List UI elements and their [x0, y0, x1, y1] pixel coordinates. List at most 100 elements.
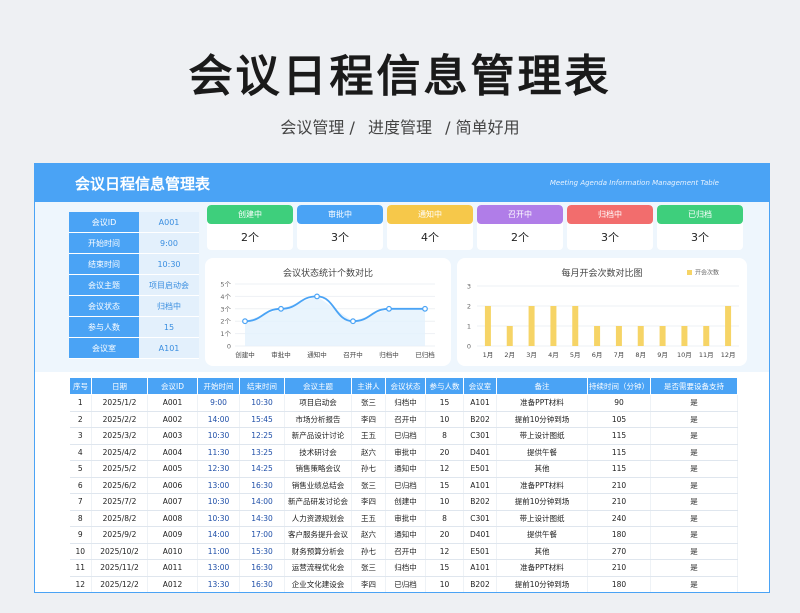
table-cell[interactable]: 已归档 — [385, 477, 426, 494]
table-cell[interactable]: 2 — [69, 411, 92, 428]
table-cell[interactable]: 准备PPT材料 — [496, 394, 588, 412]
table-cell[interactable]: E501 — [463, 543, 497, 560]
table-row[interactable]: 7 2025/7/2 A007 10:30 14:00 新产品研发讨论会 李四 创建中 10 B2… — [69, 493, 738, 511]
table-cell[interactable]: 提前10分钟到场 — [496, 576, 588, 592]
table-cell[interactable]: 210 — [587, 559, 651, 577]
table-cell[interactable]: 人力资源规划会 — [284, 510, 352, 527]
table-row[interactable]: 11 2025/11/2 A011 13:00 16:30 运营流程优化会 张三 归档中 15 A… — [69, 559, 738, 577]
table-cell[interactable]: 115 — [587, 427, 651, 445]
table-row[interactable]: 3 2025/3/2 A003 10:30 12:25 新产品设计讨论 王五 已归档 8 C301… — [69, 427, 738, 445]
table-cell[interactable]: 270 — [587, 543, 651, 560]
column-header[interactable]: 结束时间 — [239, 377, 285, 395]
table-cell[interactable]: 是 — [650, 394, 738, 412]
table-cell[interactable]: 2025/2/2 — [91, 411, 148, 428]
table-cell[interactable]: 4 — [69, 444, 92, 461]
info-value[interactable]: A101 — [139, 338, 199, 358]
table-cell[interactable]: A101 — [463, 559, 497, 577]
table-cell[interactable]: 15:30 — [239, 543, 285, 560]
table-cell[interactable]: 14:00 — [239, 493, 285, 511]
table-cell[interactable]: 新产品设计讨论 — [284, 427, 352, 445]
table-cell[interactable]: D401 — [463, 444, 497, 461]
table-cell[interactable]: B202 — [463, 493, 497, 511]
table-cell[interactable]: 12:30 — [197, 460, 240, 478]
table-cell[interactable]: A012 — [147, 576, 198, 592]
table-cell[interactable]: 10 — [425, 576, 464, 592]
info-value[interactable]: A001 — [139, 212, 199, 232]
table-cell[interactable]: A003 — [147, 427, 198, 445]
table-cell[interactable]: B202 — [463, 576, 497, 592]
table-cell[interactable]: B202 — [463, 411, 497, 428]
table-cell[interactable]: 李四 — [351, 576, 386, 592]
table-cell[interactable]: 11:00 — [197, 543, 240, 560]
table-cell[interactable]: 3 — [69, 427, 92, 445]
table-cell[interactable]: 提前10分钟到场 — [496, 411, 588, 428]
table-cell[interactable]: 20 — [425, 444, 464, 461]
column-header[interactable]: 参与人数 — [425, 377, 464, 395]
table-cell[interactable]: A004 — [147, 444, 198, 461]
info-value[interactable]: 归档中 — [139, 296, 199, 316]
table-cell[interactable]: 14:00 — [197, 526, 240, 544]
table-cell[interactable]: 李四 — [351, 493, 386, 511]
table-cell[interactable]: 10:30 — [197, 427, 240, 445]
table-cell[interactable]: 客户服务提升会议 — [284, 526, 352, 544]
table-cell[interactable]: 16:30 — [239, 477, 285, 494]
table-cell[interactable]: 115 — [587, 444, 651, 461]
table-cell[interactable]: 2025/1/2 — [91, 394, 148, 412]
info-value[interactable]: 15 — [139, 317, 199, 337]
table-cell[interactable]: 2025/10/2 — [91, 543, 148, 560]
table-cell[interactable]: 技术研讨会 — [284, 444, 352, 461]
table-cell[interactable]: A010 — [147, 543, 198, 560]
table-cell[interactable]: 销售业绩总结会 — [284, 477, 352, 494]
table-cell[interactable]: 2025/7/2 — [91, 493, 148, 511]
table-cell[interactable]: 2025/4/2 — [91, 444, 148, 461]
table-cell[interactable]: 是 — [650, 427, 738, 445]
table-cell[interactable]: 10:30 — [197, 493, 240, 511]
table-cell[interactable]: 其他 — [496, 460, 588, 478]
table-cell[interactable]: 是 — [650, 510, 738, 527]
table-cell[interactable]: 13:25 — [239, 444, 285, 461]
table-cell[interactable]: 17:00 — [239, 526, 285, 544]
table-cell[interactable]: 赵六 — [351, 526, 386, 544]
table-cell[interactable]: 其他 — [496, 543, 588, 560]
table-cell[interactable]: A002 — [147, 411, 198, 428]
table-cell[interactable]: D401 — [463, 526, 497, 544]
table-cell[interactable]: 180 — [587, 576, 651, 592]
table-cell[interactable]: 王五 — [351, 510, 386, 527]
table-cell[interactable]: 孙七 — [351, 543, 386, 560]
table-cell[interactable]: 带上设计图纸 — [496, 510, 588, 527]
table-row[interactable]: 10 2025/10/2 A010 11:00 15:30 财务预算分析会 孙七 召开中 12 E… — [69, 543, 738, 560]
table-cell[interactable]: 审批中 — [385, 444, 426, 461]
table-cell[interactable]: 2025/12/2 — [91, 576, 148, 592]
table-cell[interactable]: A007 — [147, 493, 198, 511]
table-cell[interactable]: 孙七 — [351, 460, 386, 478]
table-cell[interactable]: 15 — [425, 477, 464, 494]
table-cell[interactable]: 16:30 — [239, 559, 285, 577]
table-cell[interactable]: 10:30 — [239, 394, 285, 412]
table-cell[interactable]: C301 — [463, 510, 497, 527]
table-row[interactable]: 4 2025/4/2 A004 11:30 13:25 技术研讨会 赵六 审批中 20 D401 提… — [69, 444, 738, 461]
table-cell[interactable]: A006 — [147, 477, 198, 494]
table-cell[interactable]: 是 — [650, 493, 738, 511]
column-header[interactable]: 开始时间 — [197, 377, 240, 395]
table-cell[interactable]: A005 — [147, 460, 198, 478]
table-cell[interactable]: 15 — [425, 394, 464, 412]
table-cell[interactable]: A101 — [463, 394, 497, 412]
table-cell[interactable]: 赵六 — [351, 444, 386, 461]
table-cell[interactable]: 准备PPT材料 — [496, 477, 588, 494]
table-row[interactable]: 6 2025/6/2 A006 13:00 16:30 销售业绩总结会 张三 已归档 15 A10… — [69, 477, 738, 494]
table-cell[interactable]: 8 — [425, 510, 464, 527]
table-cell[interactable]: 180 — [587, 526, 651, 544]
table-cell[interactable]: 10 — [425, 493, 464, 511]
table-cell[interactable]: 财务预算分析会 — [284, 543, 352, 560]
table-cell[interactable]: A001 — [147, 394, 198, 412]
table-cell[interactable]: 召开中 — [385, 411, 426, 428]
table-cell[interactable]: 20 — [425, 526, 464, 544]
table-cell[interactable]: 7 — [69, 493, 92, 511]
table-cell[interactable]: 90 — [587, 394, 651, 412]
table-cell[interactable]: 是 — [650, 460, 738, 478]
table-cell[interactable]: 10 — [69, 543, 92, 560]
table-cell[interactable]: 通知中 — [385, 526, 426, 544]
column-header[interactable]: 会议状态 — [385, 377, 426, 395]
column-header[interactable]: 序号 — [69, 377, 92, 395]
table-cell[interactable]: 2025/9/2 — [91, 526, 148, 544]
